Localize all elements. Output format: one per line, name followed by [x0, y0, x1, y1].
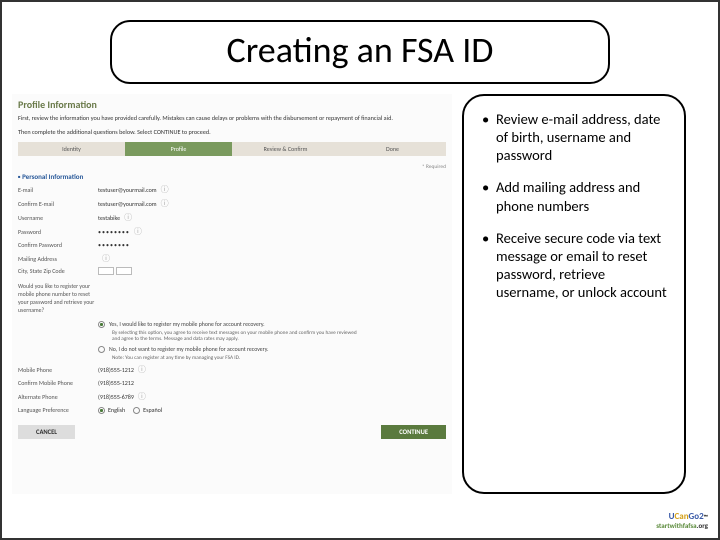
- password-label: Password: [18, 228, 98, 236]
- radio-espanol[interactable]: [133, 407, 140, 414]
- form-header: Profile Information: [18, 98, 446, 111]
- confirm-mobile-field[interactable]: (918)555-1212: [98, 378, 134, 388]
- step-identity: Identity: [18, 142, 125, 156]
- email-field[interactable]: testuser@yourmail.com: [98, 185, 157, 195]
- mobile-register-question: Would you like to register your mobile p…: [18, 282, 98, 314]
- password-field[interactable]: ••••••••: [98, 227, 130, 237]
- bullet-item: Add mailing address and phone numbers: [482, 178, 670, 214]
- progress-stepper: Identity Profile Review & Confirm Done: [18, 142, 446, 156]
- cancel-button[interactable]: CANCEL: [18, 425, 75, 439]
- confirm-email-field[interactable]: testuser@yourmail.com: [98, 199, 157, 209]
- radio-english[interactable]: [98, 407, 105, 414]
- info-icon[interactable]: ⓘ: [161, 198, 169, 209]
- radio-no-label: No, I do not want to register my mobile …: [109, 346, 268, 353]
- state-select[interactable]: [98, 267, 114, 275]
- info-icon[interactable]: ⓘ: [161, 184, 169, 195]
- startwithfafsa-logo: startwithfafsa.org: [656, 522, 708, 530]
- info-icon[interactable]: ⓘ: [138, 391, 146, 402]
- zip-input[interactable]: [116, 267, 132, 275]
- bullet-item: Receive secure code via text message or …: [482, 229, 670, 302]
- radio-no-subtext: Note: You can register at any time by ma…: [112, 355, 362, 361]
- username-label: Username: [18, 214, 98, 222]
- info-icon[interactable]: ⓘ: [138, 364, 146, 375]
- slide-title: Creating an FSA ID: [112, 28, 608, 72]
- form-instruction-1: First, review the information you have p…: [18, 114, 446, 122]
- email-label: E-mail: [18, 186, 98, 194]
- step-review: Review & Confirm: [232, 142, 339, 156]
- username-field[interactable]: testabike: [98, 213, 120, 223]
- confirm-email-label: Confirm E-mail: [18, 200, 98, 208]
- radio-yes[interactable]: [98, 321, 105, 328]
- required-legend: * Required: [18, 164, 446, 170]
- city-state-zip-label: City, State Zip Code: [18, 267, 98, 275]
- info-icon[interactable]: ⓘ: [134, 226, 142, 237]
- alt-phone-label: Alternate Phone: [18, 393, 98, 401]
- form-screenshot: Profile Information First, review the in…: [12, 94, 452, 494]
- step-done: Done: [339, 142, 446, 156]
- mobile-phone-field[interactable]: (918)555-1212: [98, 365, 134, 375]
- footer-logos: UCanGo2™ startwithfafsa.org: [656, 512, 708, 530]
- lang-english-label: English: [108, 405, 125, 415]
- radio-yes-subtext: By selecting this option, you agree to r…: [112, 330, 362, 343]
- alt-phone-field[interactable]: (918)555-6789: [98, 392, 134, 402]
- continue-button[interactable]: CONTINUE: [381, 425, 446, 439]
- confirm-password-field[interactable]: ••••••••: [98, 240, 130, 250]
- mobile-phone-label: Mobile Phone: [18, 366, 98, 374]
- radio-yes-label: Yes, I would like to register my mobile …: [109, 321, 265, 328]
- form-instruction-2: Then complete the additional questions b…: [18, 128, 446, 136]
- info-icon[interactable]: ⓘ: [102, 253, 110, 264]
- bullet-summary-box: Review e-mail address, date of birth, us…: [462, 94, 686, 494]
- radio-no[interactable]: [98, 346, 105, 353]
- mailing-address-label: Mailing Address: [18, 255, 98, 263]
- bullet-item: Review e-mail address, date of birth, us…: [482, 110, 670, 164]
- info-icon[interactable]: ⓘ: [124, 212, 132, 223]
- confirm-password-label: Confirm Password: [18, 241, 98, 249]
- step-profile: Profile: [125, 142, 232, 156]
- section-personal-info: Personal Information: [18, 172, 446, 181]
- slide-title-box: Creating an FSA ID: [110, 20, 610, 84]
- lang-espanol-label: Español: [143, 405, 162, 415]
- confirm-mobile-label: Confirm Mobile Phone: [18, 379, 98, 387]
- language-label: Language Preference: [18, 406, 98, 414]
